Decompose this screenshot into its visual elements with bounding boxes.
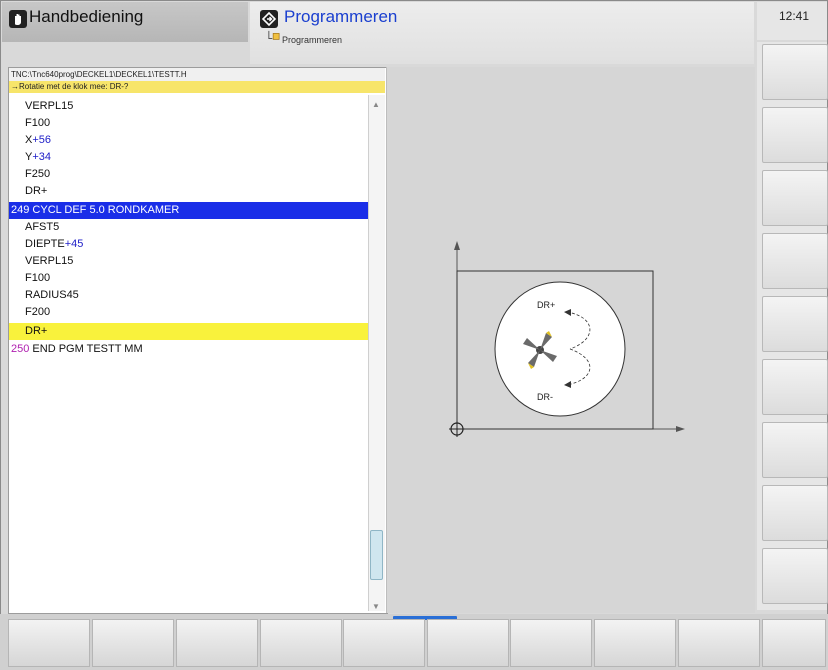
program-line-cycle-def[interactable]: 249 CYCL DEF 5.0 RONDKAMER: [9, 202, 368, 219]
program-line[interactable]: X+56: [9, 132, 368, 149]
softkey-4[interactable]: [260, 619, 342, 667]
softkey-1[interactable]: [8, 619, 90, 667]
hand-icon: [9, 10, 27, 28]
programming-icon: [260, 10, 278, 28]
softkey-2[interactable]: [92, 619, 174, 667]
program-line[interactable]: F250: [9, 166, 368, 183]
softkey-10[interactable]: [762, 619, 826, 667]
mode-subtitle: Programmeren: [282, 35, 343, 45]
softkey-3[interactable]: [176, 619, 258, 667]
program-line[interactable]: F200: [9, 304, 368, 321]
softkey-9[interactable]: [678, 619, 760, 667]
scroll-down-arrow[interactable]: ▼: [370, 602, 382, 612]
vertical-softkey-4[interactable]: [762, 233, 828, 289]
program-line[interactable]: RADIUS45: [9, 287, 368, 304]
direction-label-ccw: DR+: [537, 300, 556, 310]
program-line-end[interactable]: 250 END PGM TESTT MM: [9, 341, 368, 358]
program-line[interactable]: F100: [9, 115, 368, 132]
circular-pocket-graphic: [449, 241, 685, 437]
vertical-softkey-5[interactable]: [762, 296, 828, 352]
softkey-5[interactable]: [343, 619, 425, 667]
vertical-softkey-3[interactable]: [762, 170, 828, 226]
program-path: TNC:\Tnc640prog\DECKEL1\DECKEL1\TESTT.H: [9, 68, 385, 81]
vertical-softkey-7[interactable]: [762, 422, 828, 478]
vertical-softkey-1[interactable]: [762, 44, 828, 100]
program-line-current[interactable]: DR+: [9, 323, 368, 340]
program-line[interactable]: DIEPTE+45: [9, 236, 368, 253]
softkey-7[interactable]: [510, 619, 592, 667]
vertical-softkey-2[interactable]: [762, 107, 828, 163]
program-line[interactable]: DR+: [9, 183, 368, 200]
softkey-6[interactable]: [427, 619, 509, 667]
program-line[interactable]: Y+34: [9, 149, 368, 166]
folder-tree-icon: [268, 30, 280, 40]
dialog-prompt: →Rotatie met de klok mee: DR-?: [9, 81, 385, 93]
mode-title-manual: Handbediening: [29, 7, 144, 26]
clock: 12:41: [779, 9, 810, 23]
scrollbar-thumb[interactable]: [370, 530, 383, 580]
vertical-softkey-6[interactable]: [762, 359, 828, 415]
softkey-8[interactable]: [594, 619, 676, 667]
direction-label-cw: DR-: [537, 392, 553, 402]
mode-title-programming: Programmeren: [284, 7, 398, 26]
scroll-up-arrow[interactable]: ▲: [370, 100, 382, 110]
vertical-softkey-9[interactable]: [762, 548, 828, 604]
vertical-softkey-8[interactable]: [762, 485, 828, 541]
program-line[interactable]: AFST5: [9, 219, 368, 236]
program-line[interactable]: VERPL15: [9, 253, 368, 270]
program-line[interactable]: VERPL15: [9, 98, 368, 115]
program-line[interactable]: F100: [9, 270, 368, 287]
